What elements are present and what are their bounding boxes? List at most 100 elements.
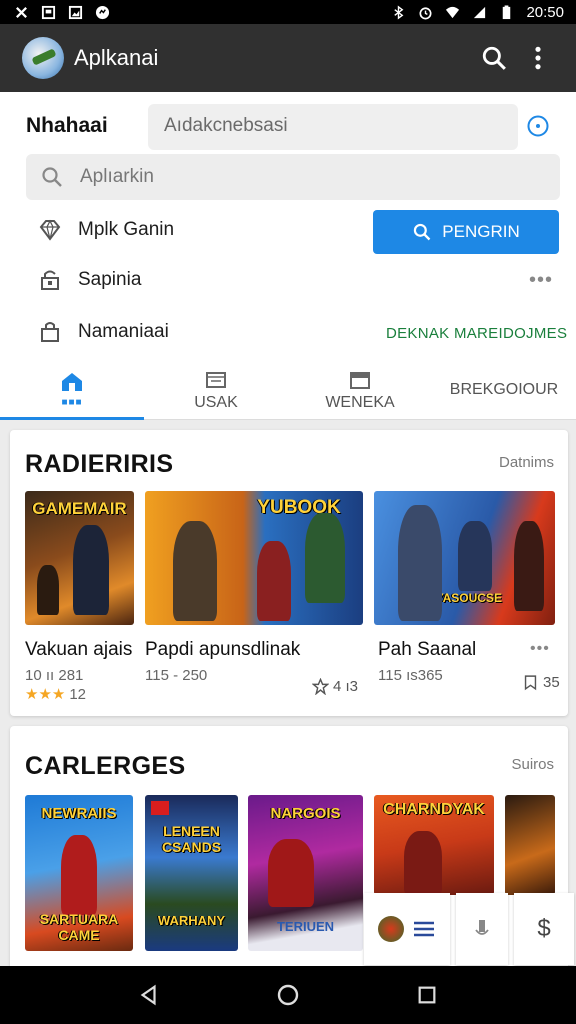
app-logo [22, 37, 64, 79]
carousel-art-2[interactable]: LENEEN CSANDS WARHANY [145, 795, 238, 951]
carousel-art-1-figure [61, 835, 97, 915]
tab-brekgoiour-label: BREKGOIOUR [449, 380, 559, 398]
section-1-link[interactable]: Datnims [499, 454, 554, 471]
search-placeholder: Aplıarkin [80, 166, 154, 187]
battery-icon [503, 4, 511, 19]
tab-weneka[interactable]: WENEKA [288, 360, 432, 419]
more-horiz-icon[interactable]: ••• [526, 268, 556, 292]
carousel-art-2-top: LENEEN CSANDS [161, 823, 222, 855]
quick-action-audio[interactable] [456, 893, 508, 965]
rating-stars: ★★★ 12 [25, 686, 87, 703]
recents-button[interactable] [407, 975, 447, 1015]
search-icon [42, 167, 62, 187]
search-button[interactable] [472, 36, 516, 80]
home-circle-icon [277, 984, 299, 1006]
quick-actions-panel: $ [364, 893, 576, 965]
game-sub-3: 115 ıs365 [378, 667, 443, 684]
filter-row: Nhahaai Aıdakcnebsasi [0, 102, 576, 150]
status-left-icons [14, 5, 110, 20]
game-art-3[interactable]: NYASOUCSE [374, 491, 555, 625]
tab-brekgoiour[interactable]: BREKGOIOUR [432, 360, 576, 419]
primary-button-label: PENGRIN [442, 222, 520, 241]
game-art-3-figure [514, 521, 544, 611]
search-input[interactable]: Aplıarkin [26, 154, 560, 200]
rating-value: 12 [69, 686, 87, 703]
carousel-art-4-top: CHARNDYAK [383, 801, 485, 818]
tab-home-indicator: ■■■ [61, 397, 83, 408]
signal-icon [474, 6, 486, 18]
close-icon [16, 6, 27, 18]
more-horiz-icon[interactable]: ••• [530, 640, 550, 658]
carousel-art-1[interactable]: NEWRAIIS SARTUARA CAME [25, 795, 133, 951]
back-triangle-icon [140, 984, 156, 1006]
recents-square-icon [418, 986, 436, 1004]
search-icon [414, 223, 431, 241]
filter-panel: Nhahaai Aıdakcnebsasi Aplıarkin Mplk Gan… [0, 92, 576, 420]
tab-usak[interactable]: USAK [144, 360, 288, 419]
game-sub-2: 115 - 250 [145, 667, 208, 684]
option-label-apps: Sapinia [78, 269, 142, 290]
primary-search-button[interactable]: PENGRIN [373, 210, 559, 254]
carousel-art-3[interactable]: NARGOIS TERIUEN [248, 795, 363, 951]
status-right-icons: 20:50 [391, 4, 564, 21]
game-meta-3: 35 [522, 674, 560, 691]
tab-usak-label: USAK [194, 393, 238, 411]
carousel-art-1-bottom: SARTUARA CAME [39, 911, 119, 943]
more-options-button[interactable] [516, 36, 560, 80]
game-art-2[interactable]: YUBOOK [145, 491, 363, 625]
game-title-1[interactable]: Vakuan ajais [25, 639, 132, 661]
home-icon [62, 373, 82, 391]
green-link[interactable]: DEKNAK MAREIDOJMES [386, 325, 567, 342]
game-art-1-figure [37, 565, 59, 615]
carousel-art-4-figure [404, 831, 442, 895]
game-title-2[interactable]: Papdi apunsdlinak [145, 639, 300, 661]
red-badge-icon [151, 801, 169, 815]
section-2-title: CARLERGES [25, 752, 186, 780]
game-art-1[interactable]: GAMEMAIR [25, 491, 134, 625]
lock-icon [41, 270, 59, 290]
carousel-art-2-bottom: WARHANY [157, 913, 226, 928]
game-sub-1: 10 ıı 281 [25, 667, 84, 684]
more-vert-icon [535, 46, 541, 70]
filter-field[interactable]: Aıdakcnebsasi [148, 104, 518, 150]
menu-lines-icon [414, 921, 434, 937]
option-label-games: Mplk Ganin [78, 219, 175, 240]
quick-action-dollar[interactable]: $ [514, 893, 574, 965]
bag-icon [41, 322, 59, 342]
carousel-art-5[interactable] [505, 795, 555, 895]
image-icon [41, 5, 56, 19]
carousel-art-3-figure [268, 839, 314, 907]
status-bar: 20:50 [0, 0, 576, 24]
alarm-icon [419, 6, 432, 19]
back-button[interactable] [129, 975, 169, 1015]
game-meta-3-count: 35 [543, 674, 560, 691]
dollar-icon: $ [537, 915, 551, 942]
option-row-apps[interactable]: Sapinia [0, 258, 576, 302]
bluetooth-icon [394, 4, 404, 20]
home-button[interactable] [268, 975, 308, 1015]
microphone-icon [475, 920, 489, 935]
chat-icon [95, 5, 110, 19]
section-1-title: RADIERIRIS [25, 450, 174, 478]
section-2-link[interactable]: Suiros [511, 756, 554, 773]
search-icon [482, 46, 506, 70]
quick-action-profile[interactable] [364, 893, 450, 965]
game-art-2-label: YUBOOK [257, 497, 341, 518]
carousel-art-3-top: NARGOIS [270, 805, 341, 822]
game-art-1-figure [73, 525, 109, 615]
folder-icon [206, 371, 226, 388]
clock-icon[interactable] [526, 114, 550, 138]
status-time: 20:50 [526, 3, 564, 21]
avatar [378, 916, 404, 942]
tab-bar: ■■■ USAK WENEKA BREKGOIOUR [0, 360, 576, 420]
game-art-2-figure [305, 513, 345, 603]
tab-home[interactable]: ■■■ [0, 360, 144, 420]
game-title-3[interactable]: Pah Saanal [378, 639, 476, 661]
app-title: Aplkanai [74, 45, 159, 70]
wifi-icon [446, 6, 460, 18]
image-icon [68, 5, 83, 19]
game-art-3-figure [398, 505, 442, 621]
carousel-art-4[interactable]: CHARNDYAK [374, 795, 494, 895]
filter-label: Nhahaai [26, 114, 108, 137]
carousel-art-1-top: NEWRAIIS [41, 805, 117, 822]
